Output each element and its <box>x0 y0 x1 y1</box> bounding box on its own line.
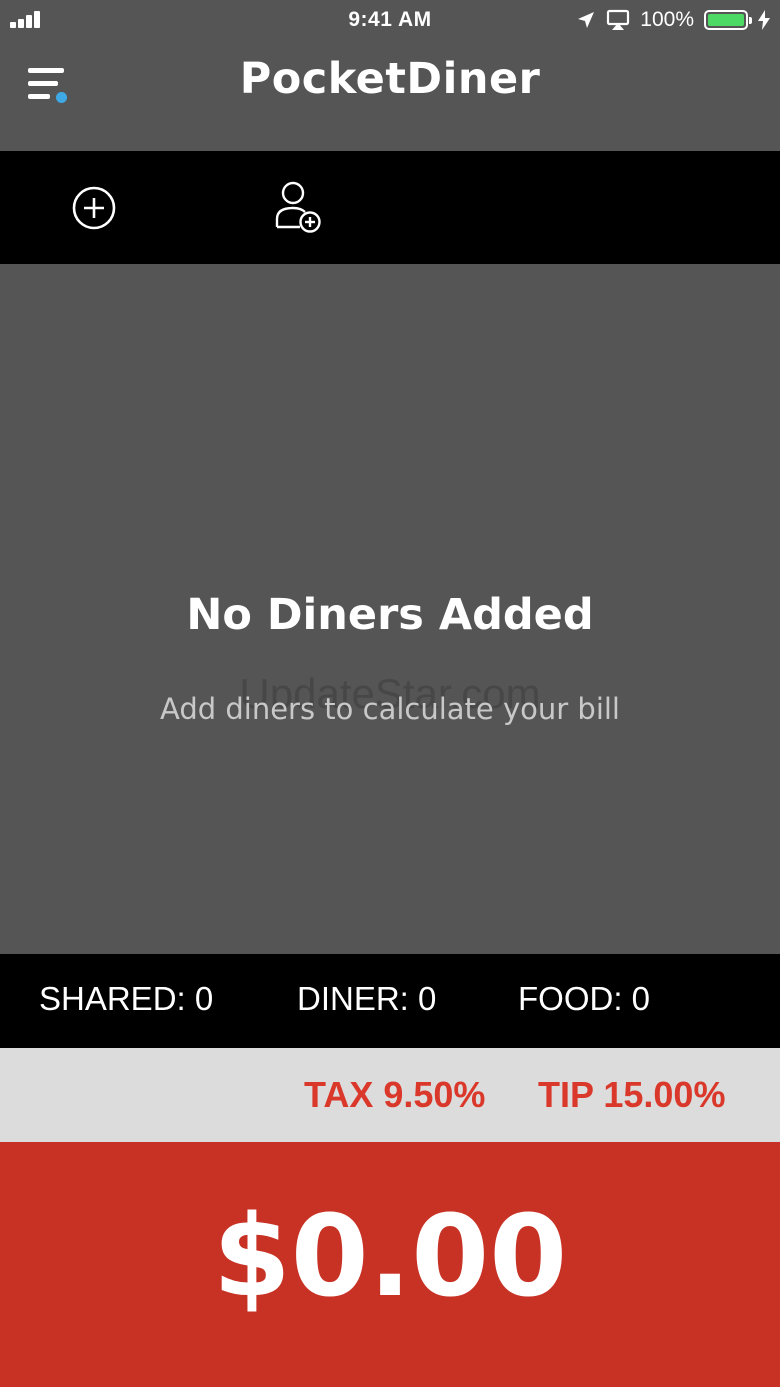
diners-list-empty-state: No Diners Added UpdateStar.com Add diner… <box>0 264 780 954</box>
status-right: 100% <box>576 6 770 34</box>
battery-icon <box>704 10 752 30</box>
rates-bar: TAX 9.50% TIP 15.00% <box>0 1048 780 1142</box>
app-title: PocketDiner <box>239 54 541 104</box>
shared-count: SHARED: 0 <box>39 980 214 1017</box>
charging-bolt-icon <box>758 10 770 30</box>
app-screen: 9:41 AM 100% PocketDiner No Diners Added… <box>0 0 780 1387</box>
total-panel: $0.00 <box>0 1142 780 1387</box>
counts-bar: SHARED: 0 DINER: 0 FOOD: 0 <box>0 954 780 1048</box>
tax-rate-button[interactable]: TAX 9.50% <box>304 1074 485 1116</box>
toolbar <box>0 151 780 264</box>
add-diner-button[interactable] <box>268 179 328 239</box>
empty-state-subtitle: Add diners to calculate your bill <box>160 692 620 726</box>
nav-bar: PocketDiner <box>0 40 780 151</box>
diner-count: DINER: 0 <box>297 980 437 1017</box>
add-item-button[interactable] <box>64 179 124 239</box>
battery-percent: 100% <box>640 8 694 31</box>
tip-rate-button[interactable]: TIP 15.00% <box>538 1074 725 1116</box>
total-amount: $0.00 <box>212 1192 568 1322</box>
airplay-icon <box>607 9 630 30</box>
plus-circle-icon <box>72 186 116 230</box>
status-bar: 9:41 AM 100% <box>0 0 780 40</box>
location-arrow-icon <box>578 12 595 28</box>
food-count: FOOD: 0 <box>518 980 651 1017</box>
add-person-icon <box>275 181 321 233</box>
empty-state-title: No Diners Added <box>186 590 594 640</box>
battery-fill <box>708 14 744 26</box>
